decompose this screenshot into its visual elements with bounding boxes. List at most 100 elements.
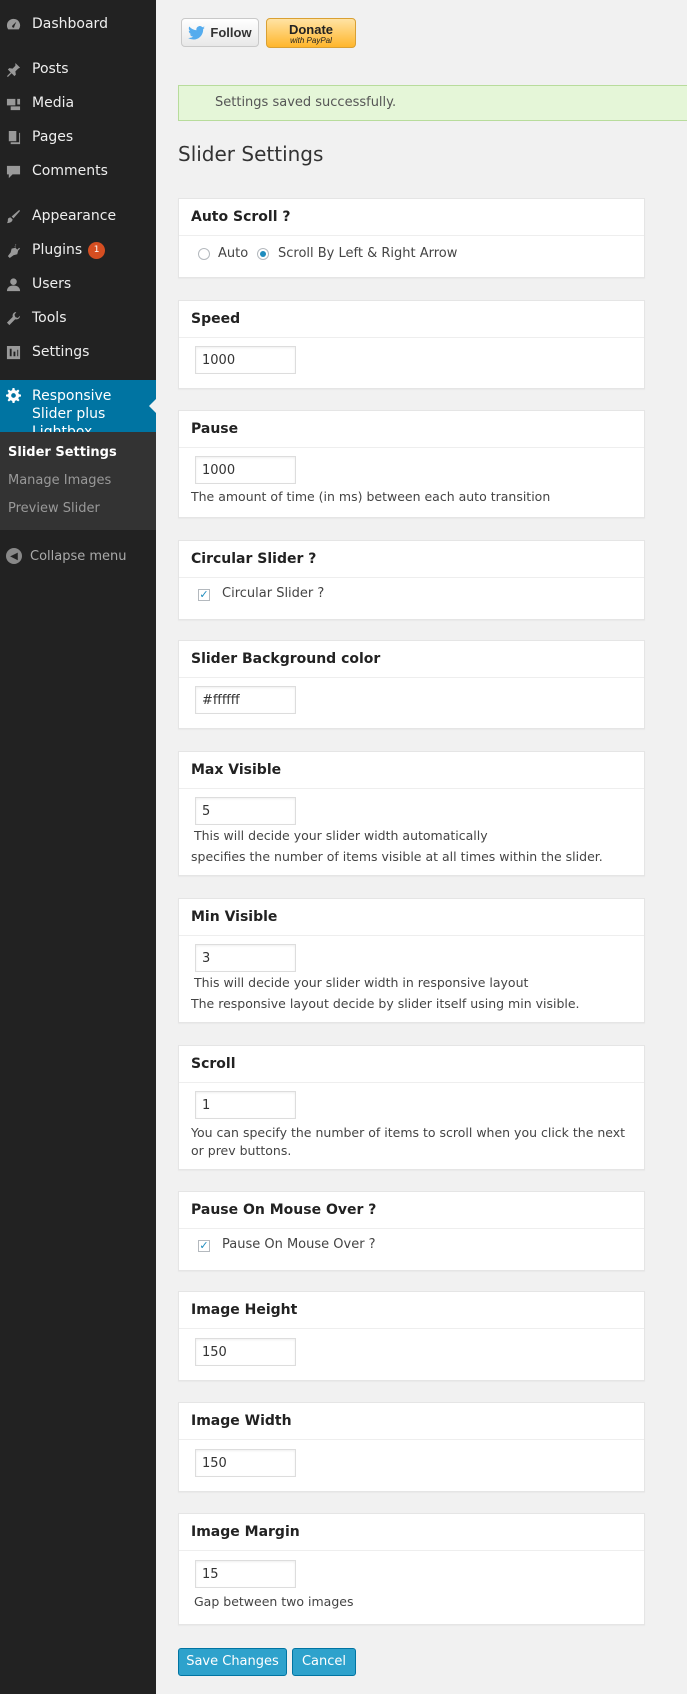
min-visible-help: This will decide your slider width in re… bbox=[194, 975, 529, 990]
menu-label: Tools bbox=[32, 310, 67, 326]
max-visible-section: Max Visible This will decide your slider… bbox=[178, 751, 645, 876]
menu-item-responsive-slider[interactable]: Responsive Slider plus Lightbox bbox=[0, 380, 157, 440]
speed-input[interactable] bbox=[195, 346, 296, 374]
section-title: Pause bbox=[179, 411, 644, 448]
pause-section: Pause The amount of time (in ms) between… bbox=[178, 410, 645, 518]
circular-checkbox[interactable]: ✓ bbox=[198, 589, 210, 601]
min-visible-input[interactable] bbox=[195, 944, 296, 972]
menu-item-pages[interactable]: Pages bbox=[0, 120, 156, 154]
menu-label: Settings bbox=[32, 344, 90, 360]
section-title: Slider Background color bbox=[179, 641, 644, 678]
menu-label: Comments bbox=[32, 163, 108, 179]
max-visible-help-detail: specifies the number of items visible at… bbox=[191, 849, 603, 864]
section-title: Pause On Mouse Over ? bbox=[179, 1192, 644, 1229]
section-title: Min Visible bbox=[179, 899, 644, 936]
arrow-scroll-radio[interactable] bbox=[257, 248, 269, 260]
cancel-button[interactable]: Cancel bbox=[292, 1648, 356, 1676]
pause-hover-checkbox-label: Pause On Mouse Over ? bbox=[222, 1237, 376, 1252]
section-title: Scroll bbox=[179, 1046, 644, 1083]
admin-sidebar: Dashboard Posts Media Pages Comments App… bbox=[0, 0, 157, 1694]
section-title: Auto Scroll ? bbox=[179, 199, 644, 236]
background-color-input[interactable] bbox=[195, 686, 296, 714]
paypal-donate-button[interactable]: Donate with PayPal bbox=[266, 18, 356, 48]
collapse-arrow-icon: ◀ bbox=[6, 548, 22, 564]
pause-hover-section: Pause On Mouse Over ? ✓ Pause On Mouse O… bbox=[178, 1191, 645, 1271]
page-title: Slider Settings bbox=[178, 142, 324, 166]
image-height-input[interactable] bbox=[195, 1338, 296, 1366]
dashboard-icon bbox=[6, 17, 21, 32]
menu-item-users[interactable]: Users bbox=[0, 267, 156, 301]
min-visible-help-detail: The responsive layout decide by slider i… bbox=[191, 996, 580, 1011]
pin-icon bbox=[6, 62, 21, 77]
max-visible-input[interactable] bbox=[195, 797, 296, 825]
menu-label: Users bbox=[32, 276, 72, 292]
menu-item-settings[interactable]: Settings bbox=[0, 335, 156, 369]
submenu: Slider Settings Manage Images Preview Sl… bbox=[0, 432, 156, 530]
circular-checkbox-label: Circular Slider ? bbox=[222, 586, 325, 601]
image-margin-section: Image Margin Gap between two images bbox=[178, 1513, 645, 1625]
speed-section: Speed bbox=[178, 300, 645, 389]
auto-radio-label: Auto bbox=[218, 246, 249, 261]
pages-icon bbox=[6, 130, 21, 145]
menu-label: Dashboard bbox=[32, 16, 108, 32]
submenu-slider-settings[interactable]: Slider Settings bbox=[8, 445, 117, 460]
section-title: Circular Slider ? bbox=[179, 541, 644, 578]
twitter-follow-button[interactable]: Follow bbox=[181, 18, 259, 47]
background-color-section: Slider Background color bbox=[178, 640, 645, 729]
scroll-section: Scroll You can specify the number of ite… bbox=[178, 1045, 645, 1170]
image-margin-help: Gap between two images bbox=[194, 1594, 354, 1609]
scroll-help: You can specify the number of items to s… bbox=[191, 1125, 626, 1140]
menu-label: Pages bbox=[32, 129, 74, 145]
active-menu-arrow bbox=[149, 398, 157, 414]
auto-radio[interactable] bbox=[198, 248, 210, 260]
wrench-icon bbox=[6, 311, 21, 326]
menu-label: Appearance bbox=[32, 208, 117, 224]
menu-label: Media bbox=[32, 95, 75, 111]
section-title: Speed bbox=[179, 301, 644, 338]
menu-item-appearance[interactable]: Appearance bbox=[0, 199, 156, 233]
section-title: Image Height bbox=[179, 1292, 644, 1329]
success-notice: Settings saved successfully. bbox=[178, 85, 687, 121]
arrow-scroll-radio-label: Scroll By Left & Right Arrow bbox=[278, 246, 458, 261]
menu-item-tools[interactable]: Tools bbox=[0, 301, 156, 335]
menu-item-plugins[interactable]: Plugins 1 bbox=[0, 233, 156, 267]
image-margin-input[interactable] bbox=[195, 1560, 296, 1588]
section-title: Image Width bbox=[179, 1403, 644, 1440]
menu-label: Posts bbox=[32, 61, 69, 77]
scroll-input[interactable] bbox=[195, 1091, 296, 1119]
pause-help: The amount of time (in ms) between each … bbox=[191, 489, 551, 504]
scroll-help-detail: or prev buttons. bbox=[191, 1143, 292, 1158]
save-changes-button[interactable]: Save Changes bbox=[178, 1648, 287, 1676]
donate-sub-label: with PayPal bbox=[290, 36, 332, 45]
circular-section: Circular Slider ? ✓ Circular Slider ? bbox=[178, 540, 645, 620]
follow-label: Follow bbox=[210, 25, 252, 40]
section-title: Max Visible bbox=[179, 752, 644, 789]
pause-hover-checkbox[interactable]: ✓ bbox=[198, 1240, 210, 1252]
image-width-section: Image Width bbox=[178, 1402, 645, 1492]
menu-item-dashboard[interactable]: Dashboard bbox=[0, 7, 156, 41]
comment-icon bbox=[6, 164, 21, 179]
section-title: Image Margin bbox=[179, 1514, 644, 1551]
settings-icon bbox=[6, 345, 21, 360]
brush-icon bbox=[6, 209, 21, 224]
gear-icon bbox=[6, 388, 21, 403]
auto-scroll-section: Auto Scroll ? Auto Scroll By Left & Righ… bbox=[178, 198, 645, 278]
plugin-icon bbox=[6, 243, 21, 258]
submenu-manage-images[interactable]: Manage Images bbox=[8, 473, 111, 488]
pause-input[interactable] bbox=[195, 456, 296, 484]
collapse-label: Collapse menu bbox=[30, 548, 127, 564]
submenu-preview-slider[interactable]: Preview Slider bbox=[8, 501, 100, 516]
menu-label: Plugins bbox=[32, 242, 83, 258]
menu-item-media[interactable]: Media bbox=[0, 86, 156, 120]
image-height-section: Image Height bbox=[178, 1291, 645, 1381]
collapse-menu-button[interactable]: ◀ Collapse menu bbox=[0, 546, 156, 566]
min-visible-section: Min Visible This will decide your slider… bbox=[178, 898, 645, 1023]
twitter-bird-icon bbox=[188, 25, 206, 40]
menu-item-posts[interactable]: Posts bbox=[0, 52, 156, 86]
menu-item-comments[interactable]: Comments bbox=[0, 154, 156, 188]
update-count-badge: 1 bbox=[88, 241, 106, 259]
max-visible-help: This will decide your slider width autom… bbox=[194, 828, 488, 843]
media-icon bbox=[6, 96, 21, 111]
image-width-input[interactable] bbox=[195, 1449, 296, 1477]
donate-label: Donate bbox=[288, 22, 334, 37]
